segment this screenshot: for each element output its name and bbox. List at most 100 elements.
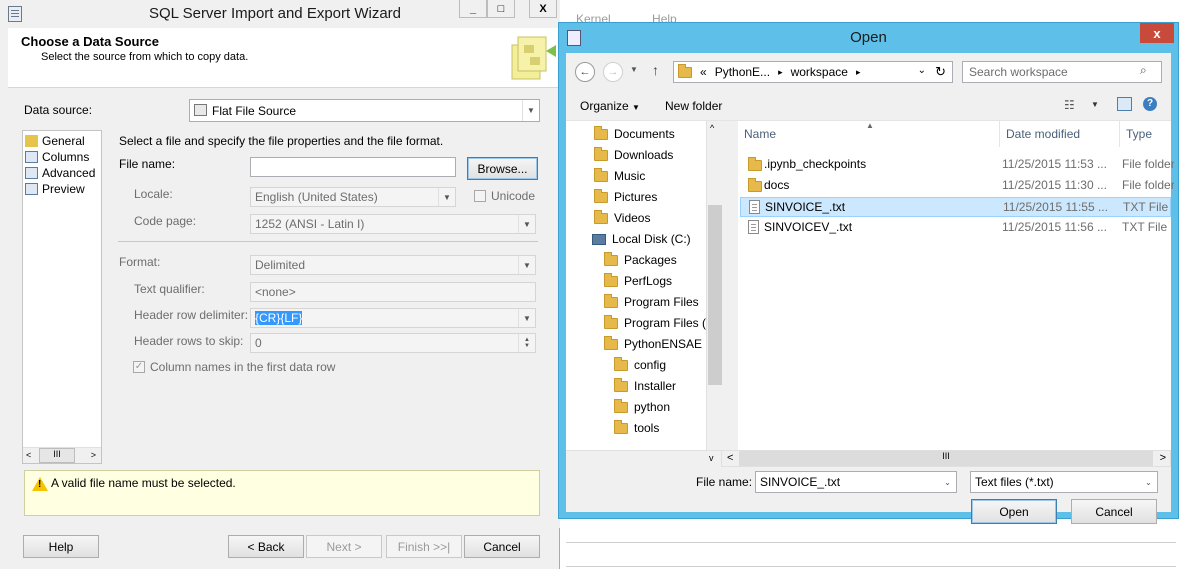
dialog-cancel-button[interactable]: Cancel — [1071, 499, 1157, 524]
tree-item[interactable]: python — [614, 398, 670, 416]
browse-button[interactable]: Browse... — [467, 157, 538, 180]
tree-item[interactable]: Music — [594, 167, 645, 185]
maximize-icon: □ — [497, 2, 505, 15]
refresh-icon[interactable]: ↻ — [935, 64, 946, 80]
header-rows-skip-value: 0 — [255, 336, 262, 350]
file-row[interactable]: SINVOICEV_.txt 11/25/2015 11:56 ... TXT Fi… — [740, 218, 1171, 238]
open-button[interactable]: Open — [971, 499, 1057, 524]
tree-item-label: Videos — [614, 211, 651, 225]
file-row[interactable]: SINVOICE_.txt 11/25/2015 11:55 ... TXT Fil… — [740, 197, 1171, 217]
file-row[interactable]: docs 11/25/2015 11:30 ... File folder — [740, 176, 1174, 196]
search-input[interactable]: Search workspace — [962, 61, 1162, 83]
breadcrumb-pythone[interactable]: PythonE... — [715, 65, 770, 79]
file-name-input[interactable] — [250, 157, 456, 177]
file-name-combo[interactable]: SINVOICE_.txt ⌄ — [755, 471, 957, 493]
scroll-left-icon[interactable]: < — [26, 450, 31, 460]
format-combo[interactable]: Delimited ▼ — [250, 255, 536, 275]
column-names-checkbox[interactable]: ✓ — [133, 361, 145, 373]
nav-item-label: Columns — [42, 150, 90, 164]
tree-item[interactable]: PythonENSAE — [604, 335, 702, 353]
breadcrumb-separator-icon[interactable]: ▸ — [856, 67, 861, 78]
scroll-thumb[interactable]: III — [739, 451, 1153, 466]
column-header-date-modified[interactable]: Date modified — [1000, 121, 1120, 147]
text-qualifier-input[interactable]: <none> — [250, 282, 536, 302]
scroll-left-icon[interactable]: < — [727, 452, 733, 464]
tree-item[interactable]: tools — [614, 419, 659, 437]
recent-locations-chevron-icon[interactable]: ▼ — [630, 65, 638, 74]
minimize-button[interactable]: _ — [459, 0, 487, 18]
data-source-combo[interactable]: Flat File Source ▼ — [189, 99, 540, 122]
code-page-combo[interactable]: 1252 (ANSI - Latin I) ▼ — [250, 214, 536, 234]
nav-item-advanced[interactable]: Advanced — [25, 165, 95, 181]
scroll-right-icon[interactable]: > — [1160, 452, 1166, 464]
back-nav-button[interactable]: ← — [575, 62, 595, 82]
cancel-button[interactable]: Cancel — [464, 535, 540, 558]
tree-item[interactable]: Pictures — [594, 188, 657, 206]
tree-item[interactable]: Downloads — [594, 146, 673, 164]
up-folder-button[interactable]: ↑ — [652, 62, 659, 78]
tree-item[interactable]: Packages — [604, 251, 677, 269]
tree-item[interactable]: Program Files — [604, 293, 699, 311]
tree-item[interactable]: PerfLogs — [604, 272, 672, 290]
forward-nav-button[interactable]: → — [603, 62, 623, 82]
file-type-combo[interactable]: Text files (*.txt) ⌄ — [970, 471, 1158, 493]
view-options-icon[interactable]: ☷ — [1064, 98, 1075, 112]
organize-button[interactable]: Organize ▼ — [580, 99, 640, 113]
help-icon[interactable]: ? — [1143, 97, 1157, 111]
header-rows-skip-stepper[interactable]: 0 ▲ ▼ — [250, 333, 536, 353]
tree-item[interactable]: Program Files ( — [604, 314, 706, 332]
address-bar[interactable]: « PythonE... ▸ workspace ▸ ⌄ ↻ — [673, 61, 953, 83]
arrow-right-icon: → — [607, 66, 619, 78]
tree-horizontal-scrollbar[interactable]: v — [566, 450, 721, 467]
search-icon[interactable]: ⌕ — [1140, 63, 1147, 78]
header-row-delimiter-combo[interactable]: {CR}{LF} ▼ — [250, 308, 536, 328]
tree-item-label: Downloads — [614, 148, 674, 162]
tree-item[interactable]: Installer — [614, 377, 676, 395]
folder-icon — [614, 398, 628, 413]
help-button[interactable]: Help — [23, 535, 99, 558]
maximize-button[interactable]: □ — [487, 0, 515, 18]
locale-combo[interactable]: English (United States) ▼ — [250, 187, 456, 207]
page-nav-list: General Columns Advanced Preview < III > — [22, 130, 102, 464]
scroll-right-icon[interactable]: v — [709, 453, 714, 463]
close-button[interactable]: X — [529, 0, 557, 18]
data-source-value: Flat File Source — [212, 104, 297, 118]
nav-item-preview[interactable]: Preview — [25, 181, 85, 197]
unicode-checkbox[interactable] — [474, 190, 486, 202]
tree-vertical-scrollbar[interactable]: ^ v — [706, 121, 723, 467]
format-label: Format: — [119, 255, 161, 269]
file-date-cell: 11/25/2015 11:56 ... — [1002, 220, 1107, 234]
tree-scroll-thumb[interactable] — [708, 205, 722, 385]
new-folder-button[interactable]: New folder — [665, 99, 722, 113]
tree-item[interactable]: Videos — [594, 209, 650, 227]
view-chevron-icon[interactable]: ▼ — [1091, 100, 1099, 109]
back-button[interactable]: < Back — [228, 535, 304, 558]
file-list-horizontal-scrollbar[interactable]: < III > — [721, 450, 1171, 467]
breadcrumb-separator-icon[interactable]: ▸ — [778, 67, 783, 78]
file-name-label: File name: — [696, 475, 753, 489]
nav-item-general[interactable]: General — [25, 133, 85, 149]
address-history-chevron-icon[interactable]: ⌄ — [918, 65, 926, 76]
text-file-icon — [749, 200, 760, 214]
tree-item-label: Installer — [634, 379, 677, 393]
scroll-thumb[interactable]: III — [39, 448, 75, 463]
file-name-value: SINVOICE_.txt — [760, 475, 841, 489]
breadcrumb-overflow[interactable]: « — [700, 65, 707, 79]
file-row[interactable]: .ipynb_checkpoints 11/25/2015 11:53 ... Fi… — [740, 155, 1174, 175]
page-title: Choose a Data Source — [21, 34, 159, 49]
tree-item[interactable]: Documents — [594, 125, 675, 143]
column-header-type[interactable]: Type — [1120, 121, 1171, 147]
breadcrumb-workspace[interactable]: workspace — [791, 65, 848, 79]
nav-item-label: Advanced — [42, 166, 96, 180]
tree-item[interactable]: config — [614, 356, 666, 374]
preview-pane-icon[interactable] — [1117, 97, 1132, 111]
dialog-close-button[interactable]: x — [1140, 23, 1174, 43]
scroll-right-icon[interactable]: > — [91, 450, 96, 460]
finish-button[interactable]: Finish >>| — [386, 535, 462, 558]
tree-item[interactable]: Local Disk (C:) — [592, 230, 691, 248]
nav-horizontal-scrollbar[interactable]: < III > — [23, 447, 101, 463]
nav-item-columns[interactable]: Columns — [25, 149, 89, 165]
file-type-cell: File folder — [1122, 157, 1174, 171]
scroll-up-icon[interactable]: ^ — [710, 123, 714, 133]
next-button[interactable]: Next > — [306, 535, 382, 558]
